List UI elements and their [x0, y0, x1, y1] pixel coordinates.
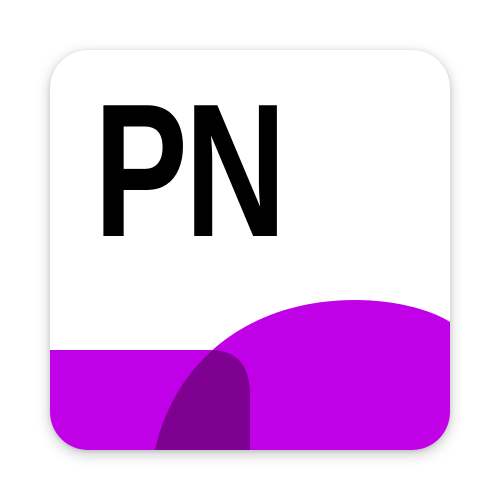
app-icon[interactable]: PN [50, 50, 450, 450]
icon-stage: PN [0, 0, 500, 500]
app-abbreviation: PN [94, 65, 286, 277]
